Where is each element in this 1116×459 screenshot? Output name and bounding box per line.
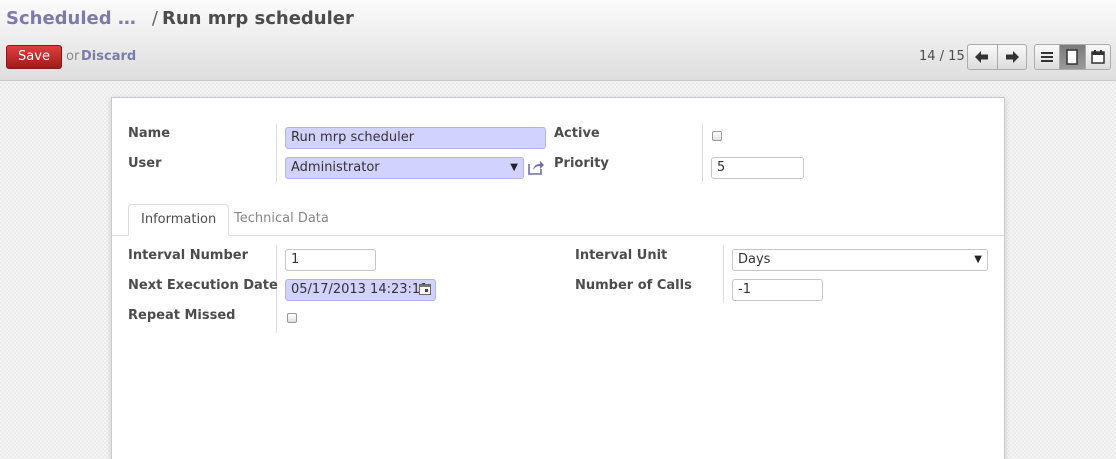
view-switcher: [1034, 44, 1111, 70]
calendar-view-icon: [1091, 50, 1105, 64]
breadcrumb: Scheduled … / Run mrp scheduler: [6, 8, 354, 29]
name-field[interactable]: Run mrp scheduler: [285, 127, 546, 149]
next-record-button[interactable]: [996, 45, 1027, 69]
active-checkbox[interactable]: [712, 131, 722, 141]
next-execution-date-field[interactable]: 05/17/2013 14:23:11: [285, 279, 436, 301]
tab-technical-data[interactable]: Technical Data: [222, 204, 341, 236]
divider: [702, 124, 703, 182]
calendar-icon[interactable]: [419, 284, 431, 295]
divider: [723, 245, 724, 303]
discard-button[interactable]: Discard: [81, 49, 136, 64]
repeat-missed-checkbox[interactable]: [287, 313, 297, 323]
breadcrumb-separator: /: [151, 8, 158, 29]
pager-counter: 14 / 15: [919, 49, 965, 64]
next-execution-date-label: Next Execution Date: [128, 278, 278, 293]
chevron-down-icon: ▼: [974, 254, 982, 265]
form-view-icon: [1066, 49, 1079, 65]
interval-unit-value: Days: [738, 252, 771, 267]
form-view-button[interactable]: [1059, 45, 1085, 69]
number-of-calls-field[interactable]: -1: [732, 279, 823, 301]
priority-label: Priority: [554, 156, 609, 171]
interval-unit-select[interactable]: Days ▼: [732, 249, 988, 271]
external-link-icon[interactable]: [528, 160, 545, 175]
user-select[interactable]: Administrator ▼: [285, 157, 524, 179]
arrow-left-icon: [975, 51, 989, 63]
save-button[interactable]: Save: [6, 45, 62, 69]
user-select-value: Administrator: [291, 160, 380, 175]
interval-number-label: Interval Number: [128, 248, 248, 263]
or-text: or: [66, 49, 80, 64]
list-view-button[interactable]: [1035, 45, 1059, 69]
active-label: Active: [554, 126, 600, 141]
calendar-view-button[interactable]: [1084, 45, 1110, 69]
interval-number-field[interactable]: 1: [285, 249, 376, 271]
chevron-down-icon: ▼: [510, 162, 518, 173]
name-label: Name: [128, 126, 171, 141]
page-title: Run mrp scheduler: [161, 8, 354, 29]
list-view-icon: [1041, 52, 1054, 62]
number-of-calls-label: Number of Calls: [575, 278, 692, 293]
priority-field[interactable]: 5: [711, 157, 804, 179]
tab-information[interactable]: Information: [128, 204, 230, 236]
control-panel: Scheduled … / Run mrp scheduler Save or Di…: [0, 0, 1116, 81]
arrow-right-icon: [1005, 51, 1019, 63]
divider: [276, 124, 277, 182]
breadcrumb-parent-link[interactable]: Scheduled …: [6, 8, 136, 29]
interval-unit-label: Interval Unit: [575, 248, 668, 263]
previous-record-button[interactable]: [968, 45, 997, 69]
pager-buttons: [967, 44, 1027, 70]
user-label: User: [128, 156, 162, 171]
repeat-missed-label: Repeat Missed: [128, 308, 236, 323]
form-sheet: Name Run mrp scheduler User Administrato…: [111, 97, 1005, 459]
next-execution-date-value: 05/17/2013 14:23:11: [291, 282, 429, 297]
